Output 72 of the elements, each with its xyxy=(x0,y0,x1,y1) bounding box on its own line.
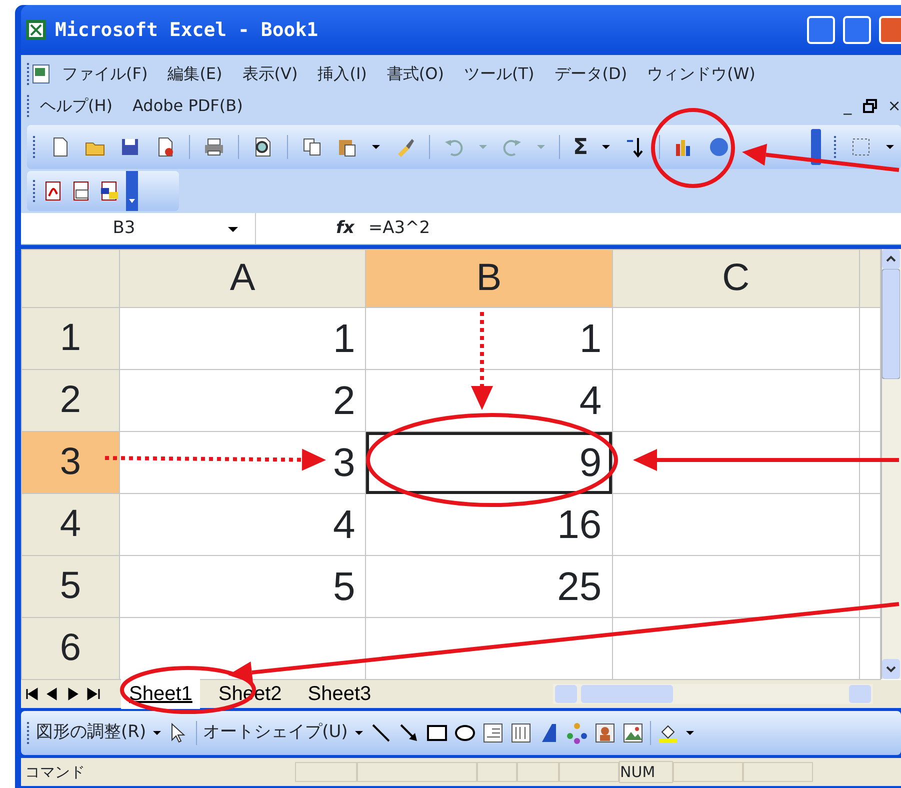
save-icon[interactable] xyxy=(119,136,141,158)
table-cell[interactable]: 1 xyxy=(119,308,366,370)
column-header[interactable]: A xyxy=(119,250,366,308)
borders-icon[interactable] xyxy=(850,136,872,158)
table-cell[interactable]: 9 xyxy=(366,432,612,494)
num-lock-indicator: NUM xyxy=(619,761,673,783)
table-cell[interactable]: 5 xyxy=(119,556,366,618)
sheet-tab[interactable]: Sheet1 xyxy=(121,679,200,709)
vertical-text-icon[interactable] xyxy=(510,722,532,744)
table-cell[interactable]: 25 xyxy=(366,556,612,618)
menu-item[interactable]: ウィンドウ(W) xyxy=(637,62,766,86)
restore-icon[interactable] xyxy=(862,98,878,114)
clip-art-icon[interactable] xyxy=(594,722,616,744)
arrow-icon[interactable] xyxy=(398,722,420,744)
close-button[interactable]: × xyxy=(878,94,901,118)
copy-icon[interactable] xyxy=(301,136,323,158)
scrollbar-thumb-icon[interactable] xyxy=(882,269,900,379)
table-cell[interactable]: 4 xyxy=(119,494,366,556)
status-pane xyxy=(517,762,559,782)
maximize-button[interactable] xyxy=(843,16,871,44)
status-text: コマンド xyxy=(25,762,86,783)
toolbar-options-icon[interactable] xyxy=(126,171,138,211)
row-header[interactable]: 4 xyxy=(22,494,120,556)
sheet-icon xyxy=(30,63,52,85)
scroll-down-icon[interactable] xyxy=(882,659,900,679)
row-header[interactable]: 3 xyxy=(22,432,120,494)
sheet-tab[interactable]: Sheet3 xyxy=(300,679,380,709)
menu-item[interactable]: ツール(T) xyxy=(454,62,544,86)
table-cell[interactable]: 16 xyxy=(366,494,612,556)
menu-item[interactable]: 表示(V) xyxy=(232,62,308,86)
autoshapes-menu[interactable]: オートシェイプ(U) xyxy=(203,720,348,746)
menu-item[interactable]: 挿入(I) xyxy=(308,62,377,86)
row-header[interactable]: 6 xyxy=(22,618,120,680)
pdf-review-icon[interactable] xyxy=(98,180,120,202)
status-pane xyxy=(743,762,813,782)
name-box[interactable]: B3 xyxy=(21,213,256,244)
function-button[interactable]: fx xyxy=(336,216,354,242)
status-pane xyxy=(673,762,743,782)
column-header[interactable]: C xyxy=(612,250,860,308)
status-pane xyxy=(559,762,619,782)
row-header[interactable]: 2 xyxy=(22,370,120,432)
table-cell[interactable]: 2 xyxy=(119,370,366,432)
text-box-icon[interactable] xyxy=(482,722,504,744)
window-title: Microsoft Excel - Book1 xyxy=(55,18,320,43)
help-icon[interactable] xyxy=(708,136,730,158)
excel-icon xyxy=(25,19,47,41)
menu-item[interactable]: 編集(E) xyxy=(158,62,232,86)
first-sheet-icon[interactable] xyxy=(25,686,41,702)
diagram-icon[interactable] xyxy=(566,722,588,744)
row-header[interactable]: 5 xyxy=(22,556,120,618)
image-icon[interactable] xyxy=(622,722,644,744)
ellipse-icon[interactable] xyxy=(454,722,476,744)
scroll-up-icon[interactable] xyxy=(882,249,900,269)
menu-item[interactable]: Adobe PDF(B) xyxy=(122,94,253,118)
close-button[interactable] xyxy=(879,16,901,44)
sum-button[interactable]: Σ xyxy=(573,130,588,164)
print-icon[interactable] xyxy=(203,136,225,158)
horizontal-scrollbar-icon[interactable] xyxy=(553,682,873,706)
rectangle-icon[interactable] xyxy=(426,722,448,744)
minimize-button[interactable]: _ xyxy=(834,94,862,118)
menu-item[interactable]: ヘルプ(H) xyxy=(30,94,123,118)
formula-field[interactable]: =A3^2 xyxy=(368,216,901,242)
menu-item[interactable]: ファイル(F) xyxy=(52,62,158,86)
table-cell[interactable]: 1 xyxy=(366,308,612,370)
column-header[interactable]: B xyxy=(366,250,612,308)
menu-item[interactable]: データ(D) xyxy=(544,62,638,86)
draw-menu[interactable]: 図形の調整(R) xyxy=(36,720,146,746)
minimize-button[interactable] xyxy=(807,16,835,44)
line-icon[interactable] xyxy=(370,722,392,744)
menu-item[interactable]: 書式(O) xyxy=(376,62,454,86)
last-sheet-icon[interactable] xyxy=(85,686,101,702)
row-header[interactable]: 1 xyxy=(22,308,120,370)
